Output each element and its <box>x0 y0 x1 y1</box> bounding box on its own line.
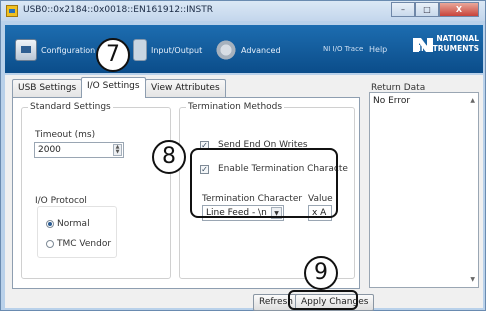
io-protocol-label: I/O Protocol <box>35 196 87 206</box>
advanced-label: Advanced <box>241 45 281 55</box>
termination-highlight-box <box>190 148 338 218</box>
termination-methods-title: Termination Methods <box>186 102 285 112</box>
timeout-spinner[interactable]: ▲ ▼ <box>113 144 122 156</box>
maximize-button[interactable]: □ <box>415 2 439 17</box>
return-data-box: No Error ▲ ▼ <box>369 92 479 288</box>
help-button[interactable]: Help <box>369 45 387 54</box>
window-title: USB0::0x2184::0x0018::EN161912::INSTR <box>23 5 213 15</box>
tab-view-attributes[interactable]: View Attributes <box>145 79 226 98</box>
national-instruments-logo: NATIONAL INSTRUMENTS <box>413 34 479 64</box>
gear-icon <box>215 39 237 61</box>
timeout-label: Timeout (ms) <box>35 130 96 140</box>
protocol-normal-option[interactable]: Normal <box>46 219 90 229</box>
advanced-button[interactable]: Advanced <box>215 39 281 61</box>
main-toolbar: Configuration Input/Output Advanced NI I… <box>5 25 483 73</box>
protocol-tmc-vendor-radio[interactable] <box>46 240 54 248</box>
callout-8: 8 <box>152 140 186 174</box>
configuration-button[interactable]: Configuration <box>15 39 95 61</box>
protocol-normal-radio[interactable] <box>46 220 54 228</box>
io-protocol-group: Normal TMC Vendor <box>37 206 117 258</box>
scroll-down-icon[interactable]: ▼ <box>470 276 475 283</box>
minimize-button[interactable]: – <box>391 2 415 17</box>
standard-settings-group: Standard Settings Timeout (ms) 2000 ▲ ▼ I… <box>21 102 171 279</box>
apply-highlight-box <box>288 290 358 310</box>
protocol-tmc-vendor-option[interactable]: TMC Vendor <box>46 239 111 249</box>
configuration-icon <box>15 39 37 61</box>
input-output-button[interactable]: Input/Output <box>133 39 202 61</box>
window-controls: – □ X <box>391 2 479 17</box>
callout-7: 7 <box>96 38 130 72</box>
ni-eagle-icon <box>413 38 433 52</box>
protocol-normal-label: Normal <box>57 219 90 229</box>
scroll-up-icon[interactable]: ▲ <box>470 97 475 104</box>
visa-instrument-icon <box>6 5 18 17</box>
callout-9: 9 <box>304 256 338 290</box>
title-bar: USB0::0x2184::0x0018::EN161912::INSTR – … <box>1 1 485 21</box>
input-output-label: Input/Output <box>151 45 203 55</box>
tab-usb-settings[interactable]: USB Settings <box>12 79 83 98</box>
protocol-tmc-vendor-label: TMC Vendor <box>57 239 112 249</box>
input-output-icon <box>133 39 147 61</box>
return-data-text: No Error <box>373 96 411 106</box>
timeout-value: 2000 <box>38 145 61 155</box>
tab-io-settings[interactable]: I/O Settings <box>81 77 146 98</box>
standard-settings-title: Standard Settings <box>28 102 113 112</box>
ni-io-trace-button[interactable]: NI I/O Trace <box>323 45 363 53</box>
close-button[interactable]: X <box>439 2 479 17</box>
configuration-label: Configuration <box>41 45 96 55</box>
timeout-input[interactable]: 2000 ▲ ▼ <box>34 142 124 158</box>
